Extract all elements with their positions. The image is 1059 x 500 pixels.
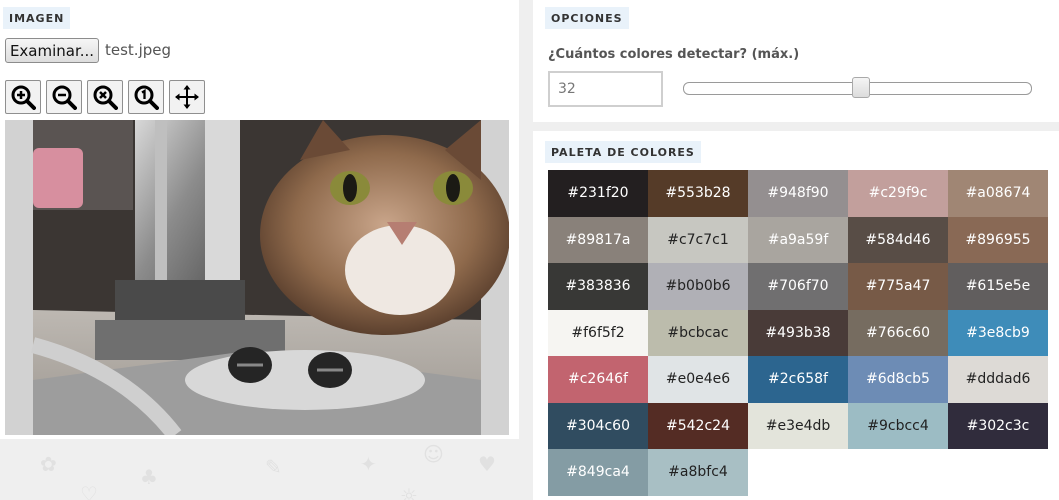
color-swatch[interactable]: #c29f9c [848, 170, 948, 217]
color-swatch[interactable]: #766c60 [848, 309, 948, 356]
color-swatch[interactable]: #e3e4db [748, 402, 848, 449]
cat-sewing-machine-photo [30, 120, 509, 435]
color-swatch[interactable]: #542c24 [648, 402, 748, 449]
options-section-label: OPCIONES [545, 7, 629, 29]
color-swatch[interactable]: #f6f5f2 [548, 309, 648, 356]
color-swatch[interactable]: #a08674 [948, 170, 1048, 217]
image-panel: IMAGEN Examinar... test.jpeg [0, 0, 519, 439]
zoom-reset-button[interactable] [87, 80, 123, 114]
browse-file-button[interactable]: Examinar... [5, 38, 99, 63]
doodle-icon: ☺ [423, 442, 444, 466]
color-swatch[interactable]: #dddad6 [948, 356, 1048, 403]
color-swatch[interactable]: #948f90 [748, 170, 848, 217]
zoom-reset-icon [93, 85, 118, 110]
color-swatch[interactable]: #b0b0b6 [648, 263, 748, 310]
color-swatch[interactable]: #9cbcc4 [848, 402, 948, 449]
color-swatch[interactable]: #3e8cb9 [948, 309, 1048, 356]
color-count-label: ¿Cuántos colores detectar? (máx.) [548, 47, 800, 62]
palette-grid: #231f20 #553b28 #948f90 #c29f9c #a08674 #8981… [548, 170, 1048, 496]
color-swatch[interactable]: #c2646f [548, 356, 648, 403]
doodle-icon: ✿ [40, 452, 57, 476]
image-section-label: IMAGEN [3, 7, 71, 29]
color-swatch[interactable]: #89817a [548, 216, 648, 263]
color-swatch[interactable]: #a9a59f [748, 216, 848, 263]
color-swatch[interactable]: #706f70 [748, 263, 848, 310]
color-swatch[interactable]: #302c3c [948, 402, 1048, 449]
color-swatch[interactable]: #553b28 [648, 170, 748, 217]
zoom-out-button[interactable] [46, 80, 82, 114]
doodle-icon: ✦ [360, 452, 377, 476]
color-swatch[interactable]: #c7c7c1 [648, 216, 748, 263]
doodle-icon: ☼ [400, 484, 418, 500]
color-swatch[interactable]: #584d46 [848, 216, 948, 263]
doodle-icon: ♥ [478, 452, 496, 476]
move-button[interactable] [169, 80, 205, 114]
zoom-actual-size-button[interactable] [128, 80, 164, 114]
color-swatch[interactable]: #e0e4e6 [648, 356, 748, 403]
color-swatch[interactable]: #a8bfc4 [648, 449, 748, 496]
color-swatch[interactable]: #849ca4 [548, 449, 648, 496]
color-swatch[interactable]: #6d8cb5 [848, 356, 948, 403]
move-icon [175, 85, 199, 109]
zoom-in-icon [11, 85, 36, 110]
color-swatch[interactable]: #493b38 [748, 309, 848, 356]
color-swatch[interactable]: #231f20 [548, 170, 648, 217]
doodle-icon: ✎ [265, 455, 282, 479]
color-swatch[interactable]: #bcbcac [648, 309, 748, 356]
doodle-icon: ♣ [140, 465, 158, 489]
color-swatch[interactable]: #775a47 [848, 263, 948, 310]
color-swatch[interactable]: #896955 [948, 216, 1048, 263]
color-swatch[interactable]: #383836 [548, 263, 648, 310]
doodle-icon: ♡ [80, 482, 98, 500]
palette-section-label: PALETA DE COLORES [545, 141, 701, 163]
color-swatch[interactable]: #2c658f [748, 356, 848, 403]
zoom-in-button[interactable] [5, 80, 41, 114]
palette-panel: PALETA DE COLORES #231f20 #553b28 #948f90 #… [533, 131, 1059, 500]
color-swatch[interactable]: #304c60 [548, 402, 648, 449]
color-swatch[interactable]: #615e5e [948, 263, 1048, 310]
zoom-out-icon [52, 85, 77, 110]
image-viewer[interactable] [5, 120, 509, 435]
image-toolbar [5, 80, 205, 114]
options-panel: OPCIONES ¿Cuántos colores detectar? (máx… [533, 0, 1059, 122]
zoom-actual-size-icon [134, 85, 159, 110]
selected-file-name: test.jpeg [105, 41, 172, 59]
color-count-input[interactable] [548, 71, 663, 107]
color-count-slider-thumb[interactable] [851, 77, 870, 98]
